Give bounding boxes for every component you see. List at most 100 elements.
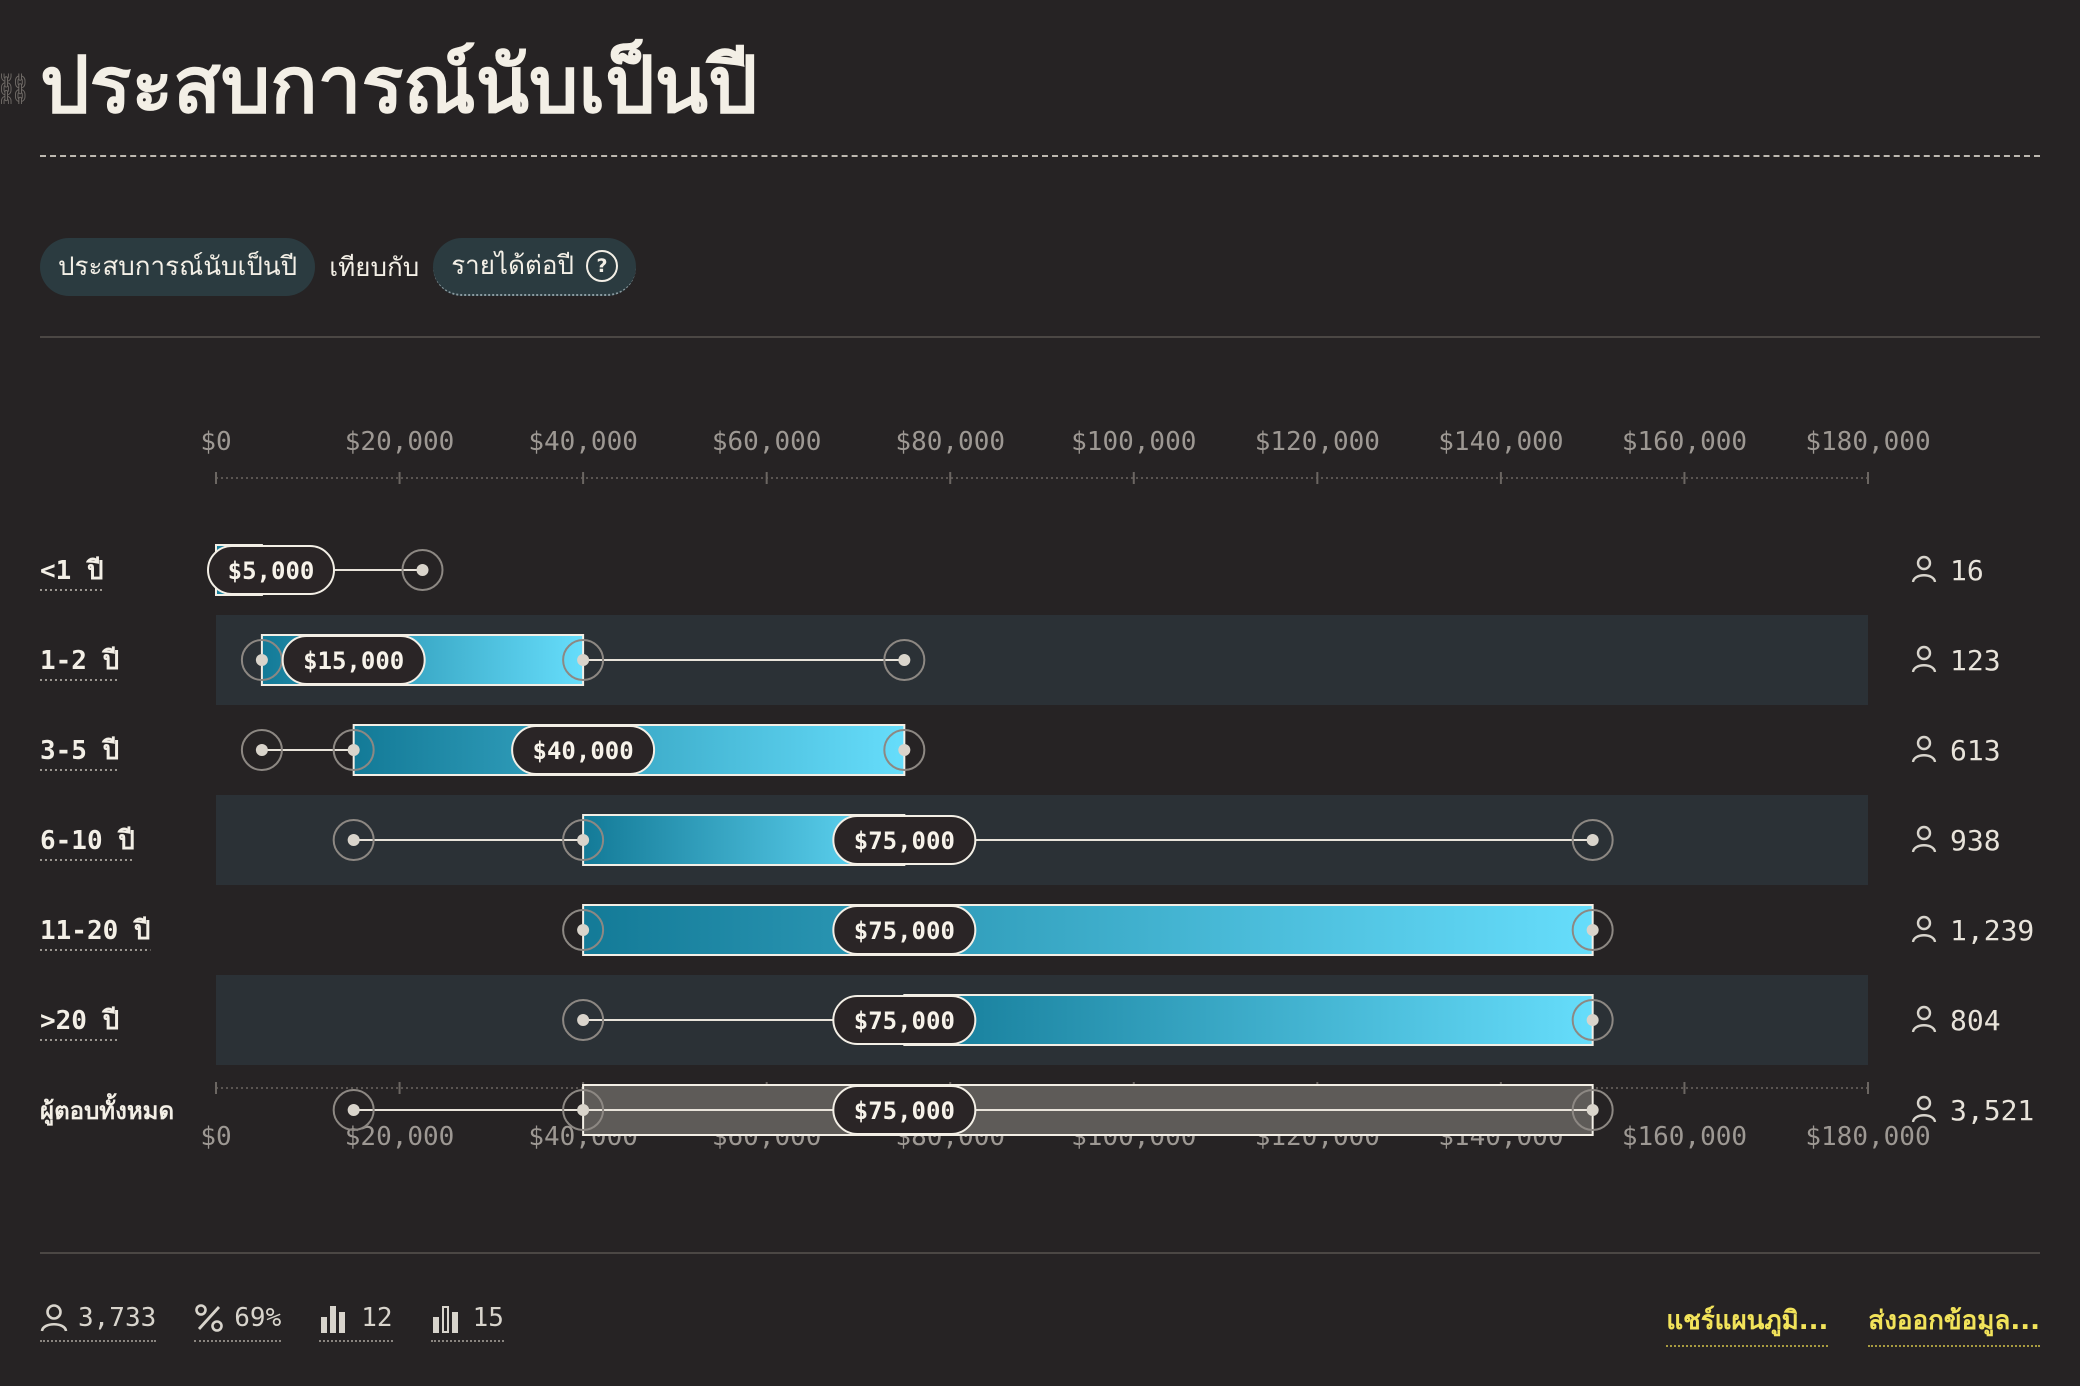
row-count-icon xyxy=(1911,915,1937,943)
median-label: $75,000 xyxy=(854,827,955,855)
person-icon-body xyxy=(1911,664,1937,673)
person-icon-head xyxy=(1916,825,1932,841)
marker-dot xyxy=(1586,924,1599,936)
person-icon-head xyxy=(1916,1005,1932,1021)
median-label: $75,000 xyxy=(854,917,955,945)
metric-label: รายได้ต่อปี xyxy=(451,251,574,281)
export-data-link[interactable]: ส่งออกข้อมูล... xyxy=(1868,1300,2040,1347)
row-count: 3,521 xyxy=(1950,1094,2034,1127)
marker-dot xyxy=(1586,834,1599,846)
median-label: $15,000 xyxy=(303,647,404,675)
salary-box-chart: $0 $20,000 $40,000 $60,000 $80,000 $100,000 $1… xyxy=(40,427,2034,1152)
person-icon-body xyxy=(1911,934,1937,943)
percent-icon xyxy=(195,1304,224,1332)
stat-respondents[interactable]: 3,733 xyxy=(40,1300,157,1342)
footer-divider xyxy=(40,1252,2040,1254)
row-count: 938 xyxy=(1950,824,2001,857)
page-title: ประสบการณ์นับเป็นปี xyxy=(40,40,758,131)
median-label: $75,000 xyxy=(854,1007,955,1035)
person-icon-head xyxy=(1916,555,1932,571)
share-chart-link[interactable]: แชร์แผนภูมิ... xyxy=(1666,1300,1829,1347)
stat-percent-value: 69% xyxy=(234,1303,282,1333)
median-label: $40,000 xyxy=(533,737,634,765)
group-by-label: ประสบการณ์นับเป็นปี xyxy=(58,252,298,282)
marker-dot xyxy=(577,654,590,666)
person-icon-body xyxy=(1911,574,1937,583)
row-label: <1 ปี xyxy=(40,556,103,586)
marker-dot xyxy=(898,654,911,666)
marker-dot xyxy=(898,744,911,756)
x-axis-bottom-tick-label: $0 xyxy=(200,1122,231,1152)
marker-dot xyxy=(577,924,590,936)
person-icon-body xyxy=(1911,754,1937,763)
person-icon-head xyxy=(1916,1095,1932,1111)
person-icon-head xyxy=(1916,645,1932,661)
marker-dot xyxy=(416,564,429,576)
x-axis-top-tick-label: $160,000 xyxy=(1622,427,1747,457)
marker-dot xyxy=(347,1104,360,1116)
median-label: $5,000 xyxy=(228,557,315,585)
iqr-box xyxy=(903,994,1594,1046)
marker-dot xyxy=(577,1014,590,1026)
iqr-box xyxy=(582,904,1594,956)
row-count: 16 xyxy=(1950,554,1984,587)
stat-bars-b[interactable]: 15 xyxy=(430,1300,504,1342)
row-label: ผู้ตอบทั้งหมด xyxy=(40,1092,174,1126)
row-label: 6-10 ปี xyxy=(40,826,135,856)
link-icon[interactable]: ⛓ xyxy=(0,72,32,107)
stat-respondents-value: 3,733 xyxy=(78,1303,157,1333)
row-count-icon xyxy=(1911,735,1937,763)
x-axis-top-tick-label: $20,000 xyxy=(345,427,455,457)
controls-divider xyxy=(40,336,2040,338)
marker-dot xyxy=(347,744,360,756)
marker-dot xyxy=(255,654,268,666)
x-axis-top-tick-label: $60,000 xyxy=(712,427,822,457)
stat-percent[interactable]: 69% xyxy=(194,1300,282,1342)
marker-dot xyxy=(577,1104,590,1116)
row-label: 1-2 ปี xyxy=(40,646,119,676)
metric-selector[interactable]: รายได้ต่อปี ? xyxy=(433,238,636,296)
x-axis-bottom-tick-label: $180,000 xyxy=(1805,1122,1930,1152)
row-label: 3-5 ปี xyxy=(40,736,119,766)
footer-stats: 3,733 69% 12 15 xyxy=(40,1300,504,1344)
row-count-icon xyxy=(1911,825,1937,853)
person-icon-body xyxy=(1911,844,1937,853)
median-label: $75,000 xyxy=(854,1097,955,1125)
group-by-selector[interactable]: ประสบการณ์นับเป็นปี xyxy=(40,238,316,296)
row-label: 11-20 ปี xyxy=(40,916,150,946)
bar-chart-icon xyxy=(321,1306,346,1333)
x-axis-top-tick-label: $120,000 xyxy=(1255,427,1380,457)
marker-dot xyxy=(577,834,590,846)
marker-dot xyxy=(255,744,268,756)
stat-bars-a[interactable]: 12 xyxy=(319,1300,393,1342)
x-axis-bottom-tick-label: $160,000 xyxy=(1622,1122,1747,1152)
stat-bars-b-value: 15 xyxy=(472,1303,504,1333)
x-axis-bottom-tick-label: $20,000 xyxy=(345,1122,455,1152)
help-icon[interactable]: ? xyxy=(585,250,618,282)
x-axis-top-tick-label: $0 xyxy=(200,427,231,457)
person-icon-body xyxy=(1911,1024,1937,1033)
x-axis-top-tick-label: $80,000 xyxy=(895,427,1005,457)
stat-bars-a-value: 12 xyxy=(361,1303,393,1333)
x-axis-top-tick-label: $100,000 xyxy=(1071,427,1196,457)
row-count-icon xyxy=(1911,1005,1937,1033)
person-icon xyxy=(40,1304,68,1332)
chart-controls: ประสบการณ์นับเป็นปี เทียบกับ รายได้ต่อปี… xyxy=(40,238,636,296)
x-axis-top-tick-label: $180,000 xyxy=(1805,427,1930,457)
marker-dot xyxy=(347,834,360,846)
row-count-icon xyxy=(1911,1095,1937,1123)
row-count: 613 xyxy=(1950,734,2001,767)
marker-dot xyxy=(1586,1014,1599,1026)
x-axis-top-tick-label: $40,000 xyxy=(528,427,638,457)
row-count-icon xyxy=(1911,555,1937,583)
person-icon-head xyxy=(1916,735,1932,751)
row-count: 123 xyxy=(1950,644,2001,677)
row-count: 1,239 xyxy=(1950,914,2034,947)
bar-chart-outline-icon xyxy=(432,1306,458,1333)
person-icon-body xyxy=(1911,1114,1937,1123)
marker-dot xyxy=(1586,1104,1599,1116)
versus-label: เทียบกับ xyxy=(329,252,420,283)
row-count: 804 xyxy=(1950,1004,2001,1037)
person-icon-head xyxy=(1916,915,1932,931)
row-count-icon xyxy=(1911,645,1937,673)
